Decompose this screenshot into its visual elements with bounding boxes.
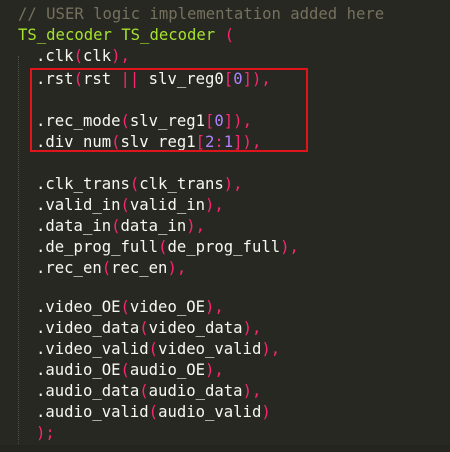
code-line-video-oe: .video_OE(video_OE), — [36, 298, 224, 316]
code-line-rec-en: .rec_en(rec_en), — [36, 259, 187, 277]
port-name: .video_valid — [36, 340, 149, 358]
code-line-valid-in: .valid_in(valid_in), — [36, 196, 224, 214]
code-line-data-in: .data_in(data_in), — [36, 217, 205, 235]
code-line-module-header: TS_decoder TS_decoder ( — [18, 25, 234, 46]
editor-bottom-edge — [0, 445, 450, 452]
port-arg: video_OE — [129, 298, 205, 316]
port-sep: , — [233, 175, 243, 193]
port-name: .audio_valid — [36, 403, 149, 421]
code-line-clk-trans: .clk_trans(clk_trans), — [36, 175, 243, 193]
port-name: .audio_data — [36, 382, 140, 400]
highlight-box — [30, 68, 308, 152]
port-sep: , — [214, 298, 224, 316]
indent-guide — [18, 56, 19, 448]
instance-name: TS_decoder — [121, 26, 216, 44]
port-arg: audio_data — [148, 382, 243, 400]
port-name: .valid_in — [36, 196, 121, 214]
port-name: .clk — [36, 47, 74, 65]
port-name: .video_OE — [36, 298, 121, 316]
port-sep: , — [289, 238, 299, 256]
code-editor[interactable]: // USER logic implementation added here … — [0, 0, 450, 452]
code-line-clk: .clk(clk), — [36, 47, 130, 65]
port-arg: valid_in — [129, 196, 205, 214]
port-arg: clk — [82, 47, 112, 65]
port-sep: , — [176, 259, 187, 277]
open-paren: ( — [224, 26, 234, 44]
port-name: .data_in — [36, 217, 112, 235]
port-arg: video_valid — [158, 340, 262, 358]
close-paren: ); — [36, 424, 55, 442]
module-type: TS_decoder — [18, 26, 112, 44]
port-name: .clk_trans — [36, 175, 130, 193]
port-name: .video_data — [36, 319, 140, 337]
port-name: .audio_OE — [36, 361, 121, 379]
code-line-de-prog-full: .de_prog_full(de_prog_full), — [36, 238, 299, 256]
port-arg: audio_valid — [158, 403, 262, 421]
port-arg: video_data — [148, 319, 243, 337]
code-line-audio-valid: .audio_valid(audio_valid) — [36, 403, 271, 421]
code-line-close: ); — [36, 423, 55, 444]
port-sep: , — [251, 319, 262, 337]
port-sep: , — [214, 361, 224, 379]
port-arg: de_prog_full — [167, 238, 281, 256]
comment-text: // USER logic implementation added here — [18, 5, 385, 23]
code-line-video-valid: .video_valid(video_valid), — [36, 340, 281, 358]
port-arg: data_in — [120, 217, 187, 235]
code-line-audio-oe: .audio_OE(audio_OE), — [36, 361, 224, 379]
port-arg: clk_trans — [139, 175, 224, 193]
port-name: .rec_en — [36, 259, 102, 277]
code-line-comment: // USER logic implementation added here — [18, 4, 384, 25]
port-sep: , — [214, 196, 224, 214]
code-line-audio-data: .audio_data(audio_data), — [36, 382, 262, 400]
port-name: .de_prog_full — [36, 238, 159, 256]
port-sep: , — [120, 47, 130, 65]
port-sep: , — [270, 340, 281, 358]
port-arg: rec_en — [111, 259, 168, 277]
port-arg: audio_OE — [129, 361, 205, 379]
code-line-video-data: .video_data(video_data), — [36, 319, 262, 337]
port-sep: , — [195, 217, 205, 235]
port-sep: , — [251, 382, 262, 400]
